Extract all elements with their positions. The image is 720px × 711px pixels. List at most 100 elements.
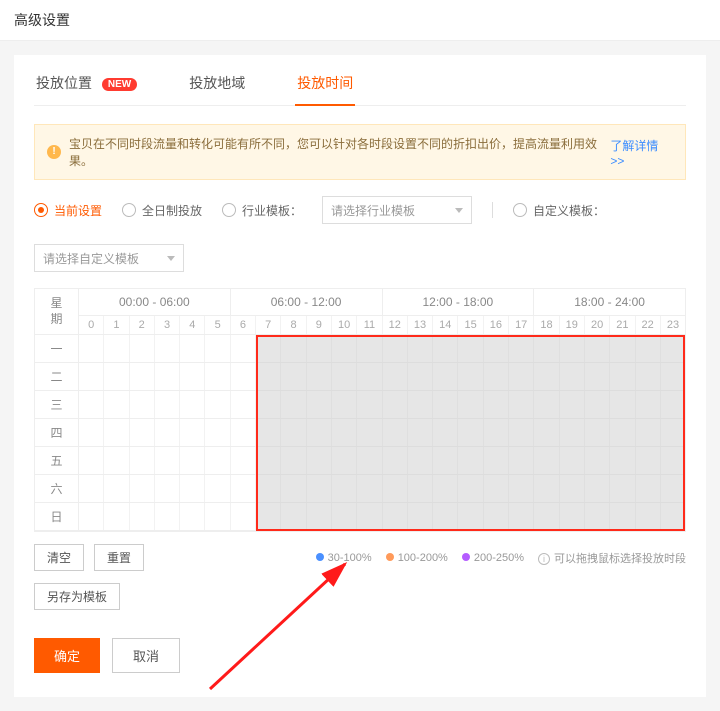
schedule-cell[interactable] (231, 503, 256, 530)
schedule-cell[interactable] (383, 447, 408, 474)
schedule-cell[interactable] (636, 447, 661, 474)
schedule-cell[interactable] (332, 335, 357, 362)
schedule-cell[interactable] (205, 391, 230, 418)
schedule-cell[interactable] (256, 391, 281, 418)
schedule-cell[interactable] (458, 475, 483, 502)
schedule-row[interactable] (79, 475, 685, 503)
schedule-cell[interactable] (509, 419, 534, 446)
schedule-cell[interactable] (560, 419, 585, 446)
schedule-cell[interactable] (307, 335, 332, 362)
schedule-cell[interactable] (256, 475, 281, 502)
schedule-cell[interactable] (585, 335, 610, 362)
schedule-cell[interactable] (408, 363, 433, 390)
schedule-cell[interactable] (357, 363, 382, 390)
schedule-cell[interactable] (104, 363, 129, 390)
tab-time[interactable]: 投放时间 (295, 73, 355, 105)
industry-template-select[interactable]: 请选择行业模板 (322, 196, 472, 224)
schedule-cell[interactable] (205, 503, 230, 530)
schedule-cell[interactable] (585, 475, 610, 502)
schedule-cell[interactable] (509, 503, 534, 530)
schedule-cell[interactable] (636, 363, 661, 390)
schedule-cell[interactable] (433, 475, 458, 502)
schedule-cell[interactable] (79, 335, 104, 362)
schedule-cell[interactable] (256, 419, 281, 446)
schedule-cell[interactable] (661, 391, 685, 418)
schedule-cell[interactable] (130, 475, 155, 502)
schedule-cell[interactable] (357, 391, 382, 418)
schedule-cell[interactable] (433, 363, 458, 390)
schedule-cell[interactable] (585, 363, 610, 390)
schedule-cell[interactable] (281, 335, 306, 362)
schedule-cell[interactable] (534, 475, 559, 502)
schedule-cell[interactable] (383, 391, 408, 418)
schedule-cell[interactable] (256, 503, 281, 530)
schedule-cell[interactable] (104, 503, 129, 530)
schedule-cell[interactable] (281, 419, 306, 446)
schedule-cell[interactable] (357, 475, 382, 502)
schedule-cell[interactable] (205, 475, 230, 502)
schedule-cell[interactable] (130, 335, 155, 362)
schedule-cell[interactable] (661, 447, 685, 474)
schedule-cell[interactable] (180, 419, 205, 446)
schedule-cell[interactable] (256, 447, 281, 474)
schedule-cell[interactable] (433, 503, 458, 530)
schedule-cell[interactable] (281, 475, 306, 502)
schedule-cell[interactable] (205, 363, 230, 390)
tab-region[interactable]: 投放地域 (187, 73, 247, 105)
schedule-cell[interactable] (560, 447, 585, 474)
schedule-cell[interactable] (383, 419, 408, 446)
schedule-cell[interactable] (180, 391, 205, 418)
schedule-cell[interactable] (560, 475, 585, 502)
schedule-cell[interactable] (79, 475, 104, 502)
schedule-cell[interactable] (408, 335, 433, 362)
schedule-cell[interactable] (408, 475, 433, 502)
schedule-cell[interactable] (610, 447, 635, 474)
schedule-cell[interactable] (383, 335, 408, 362)
ok-button[interactable]: 确定 (34, 638, 100, 673)
schedule-cell[interactable] (307, 447, 332, 474)
schedule-cell[interactable] (231, 391, 256, 418)
schedule-cell[interactable] (534, 447, 559, 474)
schedule-cell[interactable] (636, 419, 661, 446)
schedule-row[interactable] (79, 335, 685, 363)
schedule-cell[interactable] (560, 391, 585, 418)
schedule-cell[interactable] (636, 335, 661, 362)
schedule-cell[interactable] (104, 475, 129, 502)
radio-custom[interactable]: 自定义模板： (513, 202, 605, 219)
schedule-cell[interactable] (281, 447, 306, 474)
schedule-cell[interactable] (79, 503, 104, 530)
schedule-cell[interactable] (104, 447, 129, 474)
schedule-row[interactable] (79, 391, 685, 419)
schedule-cell[interactable] (585, 503, 610, 530)
schedule-cell[interactable] (332, 419, 357, 446)
schedule-cell[interactable] (357, 419, 382, 446)
schedule-cell[interactable] (307, 419, 332, 446)
schedule-cell[interactable] (180, 503, 205, 530)
schedule-cell[interactable] (458, 335, 483, 362)
schedule-cell[interactable] (180, 335, 205, 362)
schedule-cell[interactable] (661, 503, 685, 530)
schedule-cell[interactable] (155, 335, 180, 362)
schedule-cell[interactable] (560, 363, 585, 390)
schedule-cell[interactable] (433, 391, 458, 418)
schedule-cell[interactable] (180, 475, 205, 502)
schedule-cell[interactable] (231, 363, 256, 390)
schedule-cell[interactable] (534, 419, 559, 446)
schedule-cell[interactable] (130, 503, 155, 530)
schedule-cell[interactable] (79, 391, 104, 418)
custom-template-select[interactable]: 请选择自定义模板 (34, 244, 184, 272)
schedule-cell[interactable] (155, 419, 180, 446)
schedule-cell[interactable] (130, 391, 155, 418)
schedule-cell[interactable] (307, 475, 332, 502)
schedule-cell[interactable] (610, 419, 635, 446)
schedule-cell[interactable] (383, 475, 408, 502)
schedule-cell[interactable] (661, 419, 685, 446)
schedule-cell[interactable] (104, 419, 129, 446)
schedule-cell[interactable] (256, 335, 281, 362)
schedule-cell[interactable] (79, 447, 104, 474)
schedule-cell[interactable] (155, 503, 180, 530)
schedule-cell[interactable] (610, 363, 635, 390)
schedule-cell[interactable] (155, 475, 180, 502)
schedule-cell[interactable] (408, 419, 433, 446)
schedule-cell[interactable] (357, 335, 382, 362)
